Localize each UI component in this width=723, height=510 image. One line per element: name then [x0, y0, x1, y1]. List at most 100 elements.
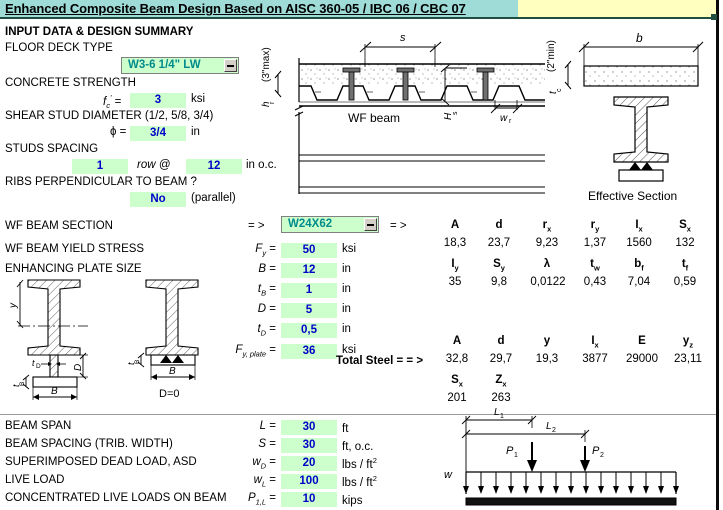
load-label-0: BEAM SPAN	[5, 420, 72, 432]
load-unit-3: lbs / ft2	[342, 474, 377, 489]
yield-stress-label: WF BEAM YIELD STRESS	[5, 243, 145, 255]
load-symbol-1: S =	[258, 438, 276, 450]
tB-symbol: tB =	[257, 283, 276, 298]
svg-text:1: 1	[500, 413, 504, 420]
deck-section-diagram: (3"max) h r s H s w r WF beam	[255, 22, 545, 207]
total-value-E: 29000	[626, 353, 658, 365]
live-load-input[interactable]: 100	[281, 474, 337, 489]
svg-text:w: w	[500, 113, 508, 124]
svg-text:t: t	[32, 358, 35, 368]
B-symbol: B =	[258, 263, 276, 275]
ribs-label: RIBS PERPENDICULAR TO BEAM ?	[5, 176, 197, 188]
dead-load-input[interactable]: 20	[281, 456, 337, 471]
prop-value-rx: 9,23	[535, 237, 559, 249]
load-label-3: LIVE LOAD	[5, 474, 65, 486]
svg-text:B: B	[169, 366, 176, 377]
prop-value-Iy: 35	[448, 276, 462, 288]
page-title: Enhanced Composite Beam Design Based on …	[5, 1, 466, 16]
D-symbol: D =	[257, 303, 276, 315]
total-header-y: y	[543, 335, 551, 347]
prop-header-tw: tw	[590, 258, 600, 273]
plate-B-unit: in	[342, 263, 351, 275]
prop-value-A: 18,3	[443, 237, 467, 249]
wf-section-arrow-2: = >	[390, 220, 407, 232]
plate-size-label: ENHANCING PLATE SIZE	[5, 263, 142, 275]
load-symbol-4: P1,L =	[247, 492, 276, 507]
concrete-strength-input[interactable]: 3	[130, 93, 186, 108]
svg-text:B: B	[51, 386, 58, 397]
studs-row-at-label: row @	[137, 159, 171, 171]
prop-value-Ix: 1560	[626, 237, 652, 249]
total-value-yz: 23,11	[674, 353, 702, 365]
prop-header-ry: ry	[590, 219, 600, 234]
total-header-Zx: Zx	[495, 374, 507, 389]
chevron-down-icon[interactable]	[364, 218, 377, 231]
deck-type-label: FLOOR DECK TYPE	[5, 42, 113, 54]
load-unit-0: ft	[342, 422, 349, 435]
wf-section-label: WF BEAM SECTION	[5, 220, 113, 232]
load-unit-4: kips	[342, 494, 363, 507]
total-steel-label: Total Steel = = >	[336, 355, 424, 367]
prop-header-Sy: Sy	[493, 258, 505, 273]
selection-handle[interactable]	[711, 14, 717, 20]
plate-D-input[interactable]: 5	[281, 303, 337, 318]
ribs-note: (parallel)	[191, 192, 236, 204]
plate-tB-input[interactable]: 1	[281, 283, 337, 298]
svg-text:2: 2	[600, 452, 604, 459]
phi-symbol: ϕ =	[110, 126, 127, 138]
prop-header-lambda: λ	[543, 258, 551, 270]
enhancing-plate-diagram-right: t B B D=0	[126, 276, 226, 406]
beam-loading-diagram: L 1 L 2 P 1 P 2 w	[432, 402, 717, 508]
prop-value-bf: 7,04	[627, 276, 651, 288]
plate-B-input[interactable]: 12	[281, 263, 337, 278]
enhancing-plate-diagram-left: y t D D t B B	[8, 276, 108, 406]
total-value-d: 29,7	[489, 353, 513, 365]
yield-stress-input[interactable]: 50	[281, 243, 337, 258]
total-header-yz: yz	[682, 335, 694, 350]
svg-text:WF beam: WF beam	[348, 111, 400, 125]
svg-text:D: D	[36, 363, 41, 370]
svg-text:s: s	[400, 32, 406, 44]
point-load-input[interactable]: 10	[281, 492, 337, 507]
load-symbol-3: wL =	[253, 474, 276, 489]
svg-text:(2"min): (2"min)	[546, 40, 557, 72]
prop-header-Sx: Sx	[679, 219, 691, 234]
deck-type-dropdown[interactable]: W3-6 1/4" LW	[121, 57, 239, 74]
beam-span-input[interactable]: 30	[281, 420, 337, 435]
plate-D-unit: in	[342, 303, 351, 315]
svg-text:s: s	[452, 111, 459, 115]
studs-rows-input[interactable]: 1	[72, 159, 128, 174]
total-header-Sx: Sx	[451, 374, 463, 389]
title-bar-filler	[518, 0, 716, 19]
prop-value-Sx: 132	[675, 237, 695, 249]
fy-plate-input[interactable]: 36	[281, 344, 337, 359]
prop-value-Sy: 9,8	[491, 276, 507, 288]
svg-text:2: 2	[552, 427, 556, 434]
svg-text:(3"max): (3"max)	[261, 47, 272, 82]
studs-spacing-input[interactable]: 12	[186, 159, 242, 174]
svg-text:w: w	[444, 469, 453, 481]
wf-section-dropdown[interactable]: W24X62	[281, 216, 379, 233]
prop-value-tf: 0,59	[673, 276, 697, 288]
svg-text:P: P	[506, 445, 514, 457]
section-heading: INPUT DATA & DESIGN SUMMARY	[5, 26, 194, 38]
wf-section-arrow: = >	[248, 220, 265, 232]
svg-text:c: c	[556, 88, 563, 92]
beam-spacing-input[interactable]: 30	[281, 438, 337, 453]
svg-text:r: r	[509, 118, 512, 125]
fy-symbol: Fy =	[255, 243, 276, 258]
stud-diameter-input[interactable]: 3/4	[130, 126, 186, 141]
stud-diameter-unit: in	[191, 126, 200, 138]
ribs-input[interactable]: No	[130, 192, 186, 207]
plate-tD-input[interactable]: 0,5	[281, 323, 337, 338]
chevron-down-icon[interactable]	[224, 59, 237, 72]
prop-header-A: A	[450, 219, 460, 231]
svg-text:y: y	[8, 302, 19, 309]
total-value-Ix: 3877	[582, 353, 608, 365]
svg-text:1: 1	[514, 452, 518, 459]
load-unit-1: ft, o.c.	[342, 440, 374, 453]
total-value-A: 32,8	[445, 353, 469, 365]
load-symbol-0: L =	[259, 420, 276, 432]
total-header-A: A	[452, 335, 462, 347]
effective-section-diagram: (2"min) t c b Effective Section	[546, 24, 718, 204]
